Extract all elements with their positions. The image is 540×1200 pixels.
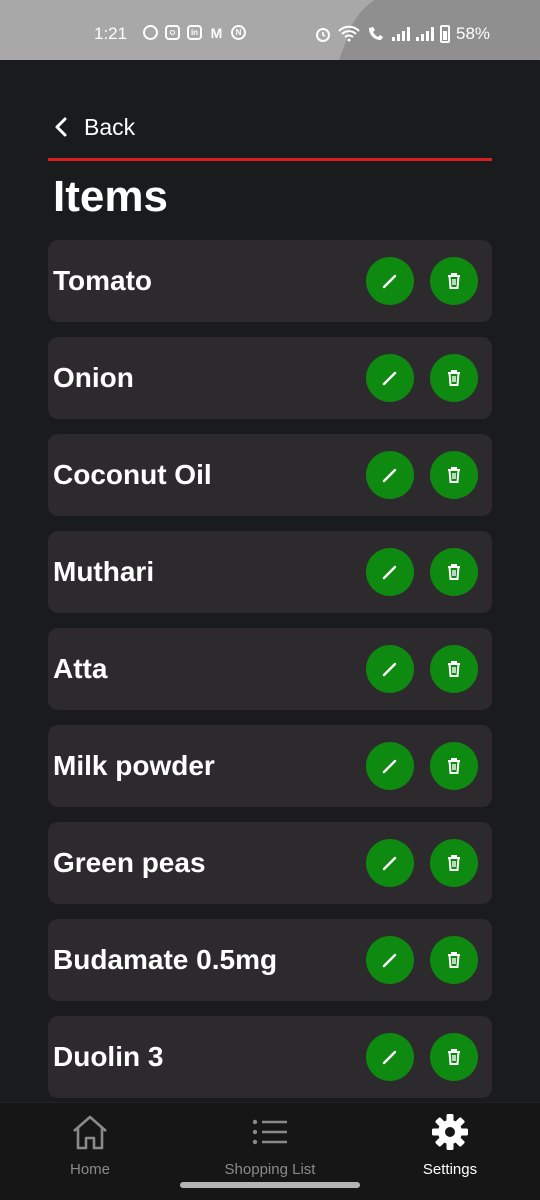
edit-button[interactable] [366, 742, 414, 790]
edit-button[interactable] [366, 451, 414, 499]
gmail-icon: M [210, 24, 223, 41]
delete-button[interactable] [430, 548, 478, 596]
trash-icon [448, 467, 460, 483]
list-item: Duolin 3 [48, 1016, 492, 1098]
delete-button[interactable] [430, 1033, 478, 1081]
page-title: Items [53, 172, 168, 221]
item-list: Tomato Onion Coconut Oil Muthari Atta Mi… [48, 240, 492, 1113]
list-item: Green peas [48, 822, 492, 904]
chevron-left-icon [55, 117, 67, 137]
edit-button[interactable] [366, 1033, 414, 1081]
trash-icon [448, 661, 460, 677]
trash-icon [448, 564, 460, 580]
notification-icons: in M N [143, 24, 246, 41]
header-divider [48, 158, 492, 161]
back-button[interactable]: Back [52, 112, 135, 142]
system-icons: 58% [314, 24, 490, 44]
delete-button[interactable] [430, 257, 478, 305]
linkedin-icon: in [187, 25, 202, 40]
status-time: 1:21 [94, 24, 128, 43]
trash-icon [448, 273, 460, 289]
item-name: Atta [53, 653, 108, 684]
edit-button[interactable] [366, 645, 414, 693]
list-item: Muthari [48, 531, 492, 613]
list-item: Coconut Oil [48, 434, 492, 516]
signal-icon-1 [392, 27, 410, 41]
edit-button[interactable] [366, 548, 414, 596]
list-item: Budamate 0.5mg [48, 919, 492, 1001]
delete-button[interactable] [430, 742, 478, 790]
nav-shopping-list-label: Shopping List [224, 1161, 316, 1178]
trash-icon [448, 952, 460, 968]
pencil-icon [382, 274, 397, 289]
item-name: Milk powder [53, 750, 215, 781]
wifi-icon [338, 25, 360, 42]
pencil-icon [382, 565, 397, 580]
edit-button[interactable] [366, 354, 414, 402]
nav-settings-label: Settings [422, 1161, 478, 1178]
home-icon [20, 1111, 160, 1153]
instagram-icon [165, 25, 180, 40]
trash-icon [448, 758, 460, 774]
chat-icon [143, 25, 158, 40]
list-item: Milk powder [48, 725, 492, 807]
trash-icon [448, 855, 460, 871]
gesture-bar[interactable] [180, 1182, 360, 1188]
battery-icon [440, 25, 450, 43]
item-name: Coconut Oil [53, 459, 212, 490]
delete-button[interactable] [430, 451, 478, 499]
back-label: Back [84, 113, 136, 140]
item-name: Green peas [53, 847, 206, 878]
signal-icon-2 [416, 27, 434, 41]
delete-button[interactable] [430, 936, 478, 984]
delete-button[interactable] [430, 354, 478, 402]
list-item: Atta [48, 628, 492, 710]
delete-button[interactable] [430, 839, 478, 887]
trash-icon [448, 1049, 460, 1065]
battery-percent: 58% [456, 24, 491, 43]
delete-button[interactable] [430, 645, 478, 693]
gear-icon [380, 1111, 520, 1153]
pencil-icon [382, 662, 397, 677]
list-item: Onion [48, 337, 492, 419]
pencil-icon [382, 759, 397, 774]
pencil-icon [382, 856, 397, 871]
alarm-icon [316, 28, 330, 42]
pencil-icon [382, 468, 397, 483]
pencil-icon [382, 371, 397, 386]
item-name: Onion [53, 362, 134, 393]
edit-button[interactable] [366, 936, 414, 984]
status-bar: 1:21 in M N 58% [0, 0, 540, 60]
pencil-icon [382, 953, 397, 968]
list-item: Tomato [48, 240, 492, 322]
item-name: Duolin 3 [53, 1041, 164, 1072]
item-name: Budamate 0.5mg [53, 944, 278, 975]
item-name: Tomato [53, 265, 153, 296]
nav-home[interactable]: Home [20, 1111, 160, 1178]
nav-settings[interactable]: Settings [380, 1111, 520, 1178]
trash-icon [448, 370, 460, 386]
wifi-calling-icon [369, 27, 383, 40]
app-icon: N [231, 25, 246, 40]
item-name: Muthari [53, 556, 155, 587]
edit-button[interactable] [366, 257, 414, 305]
pencil-icon [382, 1050, 397, 1065]
nav-home-label: Home [69, 1161, 110, 1178]
edit-button[interactable] [366, 839, 414, 887]
list-icon [200, 1111, 340, 1153]
nav-shopping-list[interactable]: Shopping List [200, 1111, 340, 1178]
